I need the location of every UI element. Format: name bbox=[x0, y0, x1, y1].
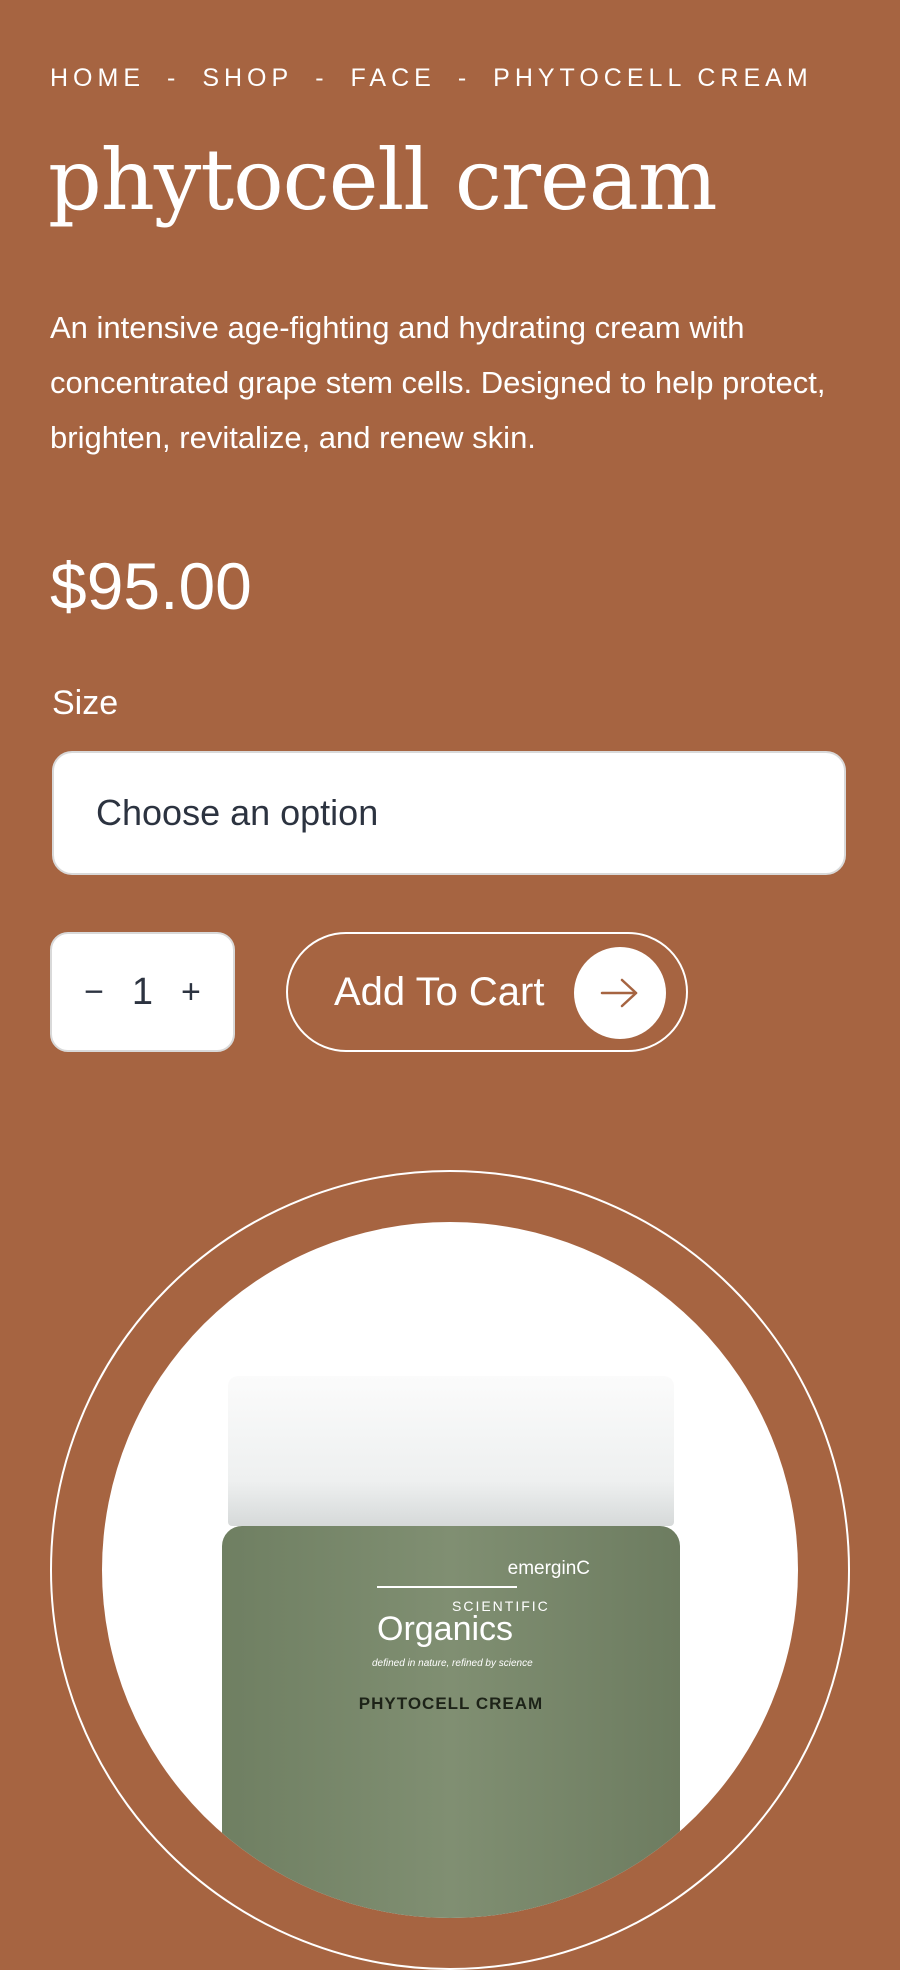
jar-body: emerginC SCIENTIFIC Organics defined in … bbox=[222, 1526, 680, 1918]
product-image: emerginC SCIENTIFIC Organics defined in … bbox=[102, 1222, 798, 1918]
size-select[interactable]: Choose an option bbox=[52, 751, 846, 875]
size-select-value: Choose an option bbox=[96, 792, 379, 833]
breadcrumb-separator: - bbox=[315, 64, 329, 92]
quantity-increment-button[interactable]: + bbox=[175, 973, 207, 1012]
brand-emerginc-logo: emerginC bbox=[507, 1558, 590, 1579]
product-price: $95.00 bbox=[50, 549, 252, 623]
breadcrumb: HOME - SHOP - FACE - PHYTOCELL CREAM bbox=[50, 64, 813, 93]
brand-tagline: defined in nature, refined by science bbox=[372, 1658, 533, 1669]
brand-divider bbox=[377, 1586, 517, 1588]
breadcrumb-separator: - bbox=[167, 64, 181, 92]
add-to-cart-label: Add To Cart bbox=[334, 969, 545, 1014]
product-title: phytocell cream bbox=[48, 131, 717, 229]
quantity-value[interactable]: 1 bbox=[132, 971, 153, 1014]
product-description: An intensive age-fighting and hydrating … bbox=[50, 310, 826, 455]
add-to-cart-button[interactable]: Add To Cart bbox=[286, 932, 688, 1052]
quantity-stepper: − 1 + bbox=[50, 932, 235, 1052]
breadcrumb-separator: - bbox=[457, 64, 472, 92]
breadcrumb-home[interactable]: HOME bbox=[50, 64, 145, 93]
arrow-right-icon bbox=[574, 947, 666, 1039]
breadcrumb-shop[interactable]: SHOP bbox=[202, 64, 293, 93]
breadcrumb-face[interactable]: FACE bbox=[351, 64, 436, 93]
brand-organics: Organics bbox=[377, 1610, 514, 1648]
size-label: Size bbox=[52, 684, 119, 722]
quantity-decrement-button[interactable]: − bbox=[78, 973, 110, 1012]
jar-lid bbox=[228, 1376, 674, 1526]
breadcrumb-current: PHYTOCELL CREAM bbox=[493, 64, 813, 92]
jar-product-name: PHYTOCELL CREAM bbox=[358, 1694, 544, 1713]
